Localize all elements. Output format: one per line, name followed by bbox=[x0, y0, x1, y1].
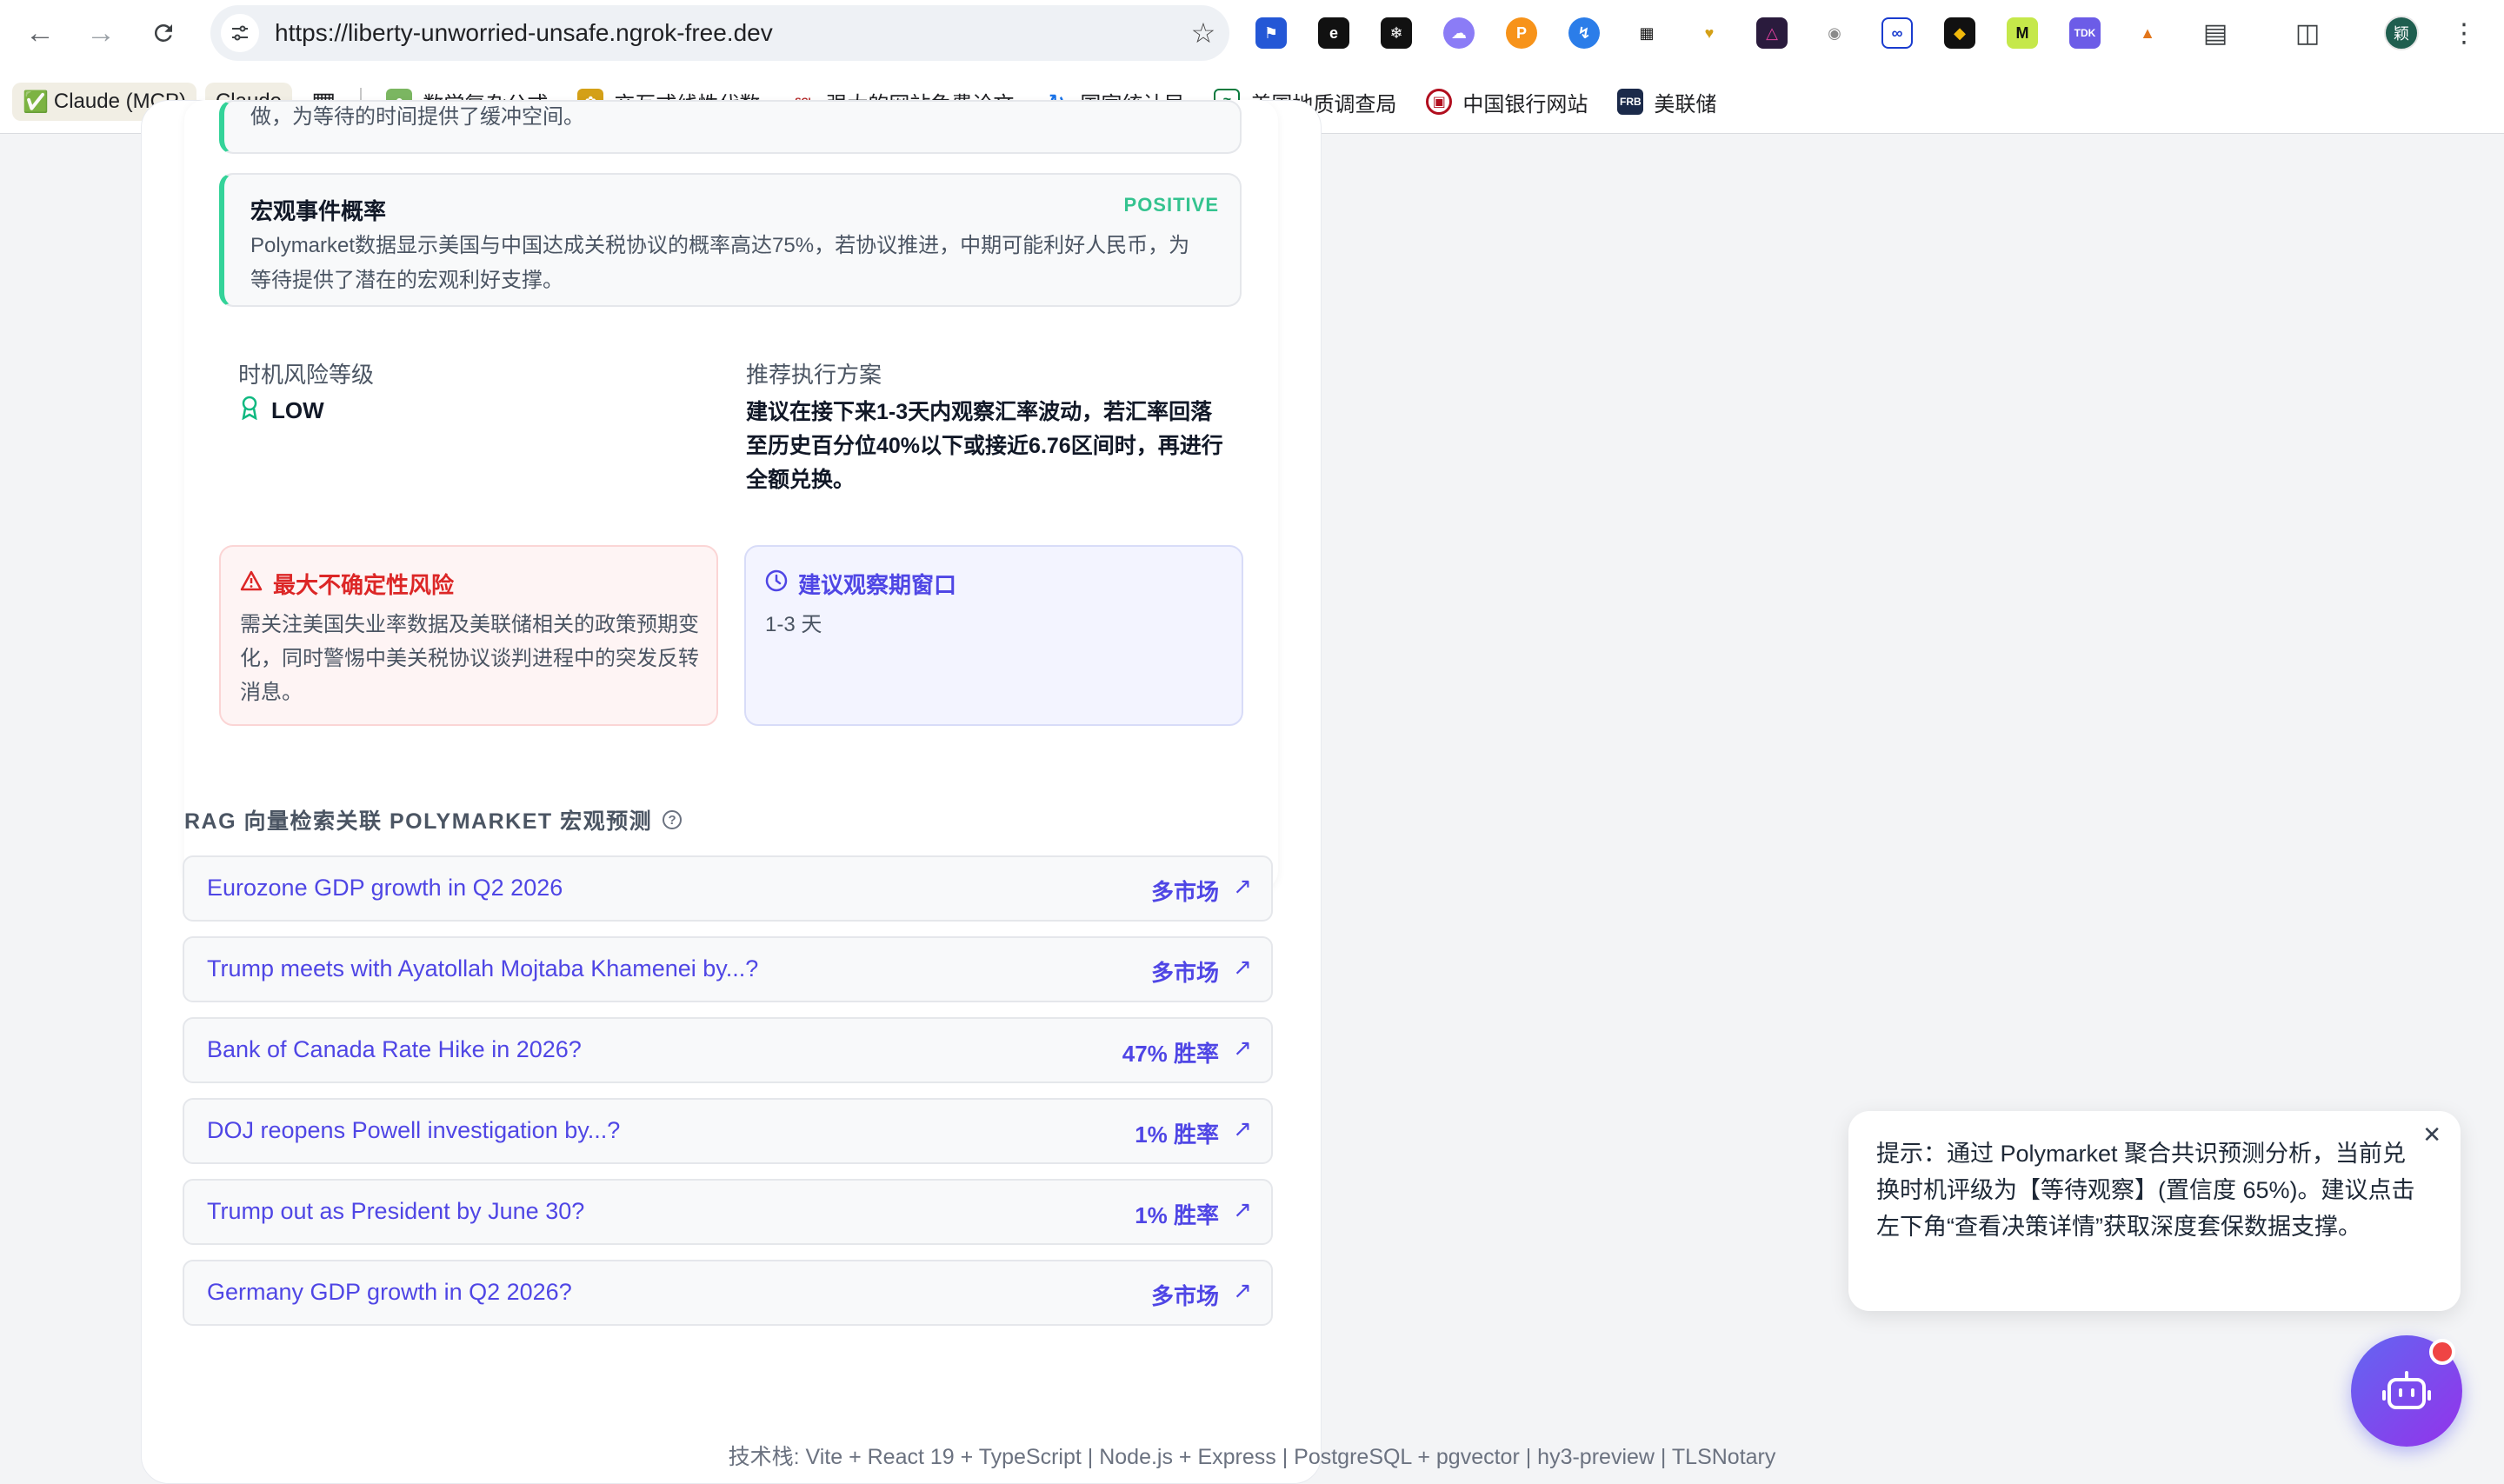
help-icon[interactable]: ? bbox=[663, 810, 683, 829]
market-meta: 1% 胜率 bbox=[1135, 1202, 1219, 1228]
market-question: Eurozone GDP growth in Q2 2026 bbox=[207, 875, 563, 901]
forward-button[interactable]: → bbox=[80, 12, 122, 54]
market-meta: 多市场 bbox=[1150, 879, 1219, 905]
observation-window-box: 建议观察期窗口 1-3 天 bbox=[744, 545, 1243, 726]
extension-snowflake-icon[interactable]: ❄ bbox=[1381, 17, 1412, 49]
market-question: Germany GDP growth in Q2 2026? bbox=[207, 1279, 572, 1305]
frb-icon: FRB bbox=[1617, 89, 1644, 115]
rag-market-item[interactable]: Trump out as President by June 30? 1% 胜率… bbox=[183, 1179, 1273, 1245]
external-link-icon: ↗ bbox=[1233, 954, 1252, 980]
bookmark-star-icon[interactable]: ☆ bbox=[1177, 17, 1229, 50]
extension-flag-icon[interactable]: ⚑ bbox=[1255, 17, 1287, 49]
more-menu-icon[interactable]: ⋮ bbox=[2447, 16, 2481, 50]
hint-toast-text: 提示：通过 Polymarket 聚合共识预测分析，当前兑换时机评级为【等待观察… bbox=[1876, 1141, 2415, 1240]
observation-window-title: 建议观察期窗口 bbox=[798, 572, 957, 598]
extension-bolt-icon[interactable]: ↯ bbox=[1568, 17, 1600, 49]
external-link-icon: ↗ bbox=[1233, 1277, 1252, 1303]
extension-e-icon[interactable]: e bbox=[1318, 17, 1349, 49]
badge-icon bbox=[240, 396, 259, 426]
observation-window-value: 1-3 天 bbox=[765, 613, 822, 636]
extension-binance-icon[interactable]: ◆ bbox=[1944, 17, 1975, 49]
site-settings-icon[interactable] bbox=[221, 14, 259, 52]
market-meta: 1% 胜率 bbox=[1135, 1121, 1219, 1148]
factor-sentiment-tag: POSITIVE bbox=[1123, 194, 1219, 216]
market-question: Trump meets with Ayatollah Mojtaba Khame… bbox=[207, 955, 759, 982]
warning-icon bbox=[240, 570, 263, 597]
uncertainty-risk-body: 需关注美国失业率数据及美联储相关的政策预期变化，同时警惕中美关税协议谈判进程中的… bbox=[240, 613, 699, 704]
clock-icon bbox=[765, 569, 788, 598]
url-text[interactable]: https://liberty-unworried-unsafe.ngrok-f… bbox=[275, 19, 1177, 47]
close-icon[interactable]: ✕ bbox=[2422, 1121, 2441, 1148]
tab-search-icon[interactable]: ◫ bbox=[2290, 16, 2325, 50]
reload-icon bbox=[154, 23, 172, 42]
risk-level-label: 时机风险等级 bbox=[238, 362, 375, 388]
risk-level-value: LOW bbox=[271, 397, 324, 423]
hint-toast: 提示：通过 Polymarket 聚合共识预测分析，当前兑换时机评级为【等待观察… bbox=[1848, 1111, 2461, 1311]
profile-avatar[interactable]: 颖 bbox=[2384, 16, 2419, 50]
market-meta: 多市场 bbox=[1150, 960, 1219, 986]
rag-market-list: Eurozone GDP growth in Q2 2026 多市场 ↗ Tru… bbox=[183, 855, 1273, 1441]
factor-card-partial: 做，为等待的时间提供了缓冲空间。 bbox=[219, 100, 1242, 154]
robot-icon bbox=[2382, 1371, 2431, 1409]
back-button[interactable]: ← bbox=[19, 12, 61, 54]
extension-tdk-icon[interactable]: TDK bbox=[2069, 17, 2101, 49]
rag-market-item[interactable]: Bank of Canada Rate Hike in 2026? 47% 胜率… bbox=[183, 1017, 1273, 1083]
market-meta: 多市场 bbox=[1150, 1283, 1219, 1309]
extension-graph-icon[interactable]: △ bbox=[1756, 17, 1788, 49]
factor-body: Polymarket数据显示美国与中国达成关税协议的概率高达75%，若协议推进，… bbox=[250, 234, 1190, 292]
market-meta: 47% 胜率 bbox=[1122, 1041, 1219, 1067]
rag-market-item[interactable]: Trump meets with Ayatollah Mojtaba Khame… bbox=[183, 936, 1273, 1002]
external-link-icon: ↗ bbox=[1233, 873, 1252, 899]
observation-window-header: 建议观察期窗口 bbox=[765, 568, 956, 600]
rag-market-item[interactable]: DOJ reopens Powell investigation by...? … bbox=[183, 1098, 1273, 1164]
extension-m-icon[interactable]: M bbox=[2007, 17, 2038, 49]
external-link-icon: ↗ bbox=[1233, 1196, 1252, 1222]
market-question: Bank of Canada Rate Hike in 2026? bbox=[207, 1036, 582, 1062]
extension-chart-icon[interactable]: ▦ bbox=[1631, 17, 1662, 49]
external-link-icon: ↗ bbox=[1233, 1115, 1252, 1141]
bookmark-bank-of-china[interactable]: ▣ 中国银行网站 bbox=[1415, 83, 1598, 121]
rag-title-text: RAG 向量检索关联 POLYMARKET 宏观预测 bbox=[184, 809, 653, 834]
market-question: DOJ reopens Powell investigation by...? bbox=[207, 1117, 621, 1143]
external-link-icon: ↗ bbox=[1233, 1035, 1252, 1061]
camera-icon[interactable]: ◉ bbox=[1819, 17, 1850, 49]
rag-section-title: RAG 向量检索关联 POLYMARKET 宏观预测 ? bbox=[184, 804, 683, 835]
uncertainty-risk-box: 最大不确定性风险 需关注美国失业率数据及美联储相关的政策预期变化，同时警惕中美关… bbox=[219, 545, 718, 726]
extension-bird-icon[interactable]: ♥ bbox=[1694, 17, 1725, 49]
uncertainty-risk-header: 最大不确定性风险 bbox=[240, 568, 454, 600]
rag-market-item[interactable]: Germany GDP growth in Q2 2026? 多市场 ↗ bbox=[183, 1260, 1273, 1326]
bookmark-label: 美联储 bbox=[1654, 92, 1717, 116]
bookmark-label: 中国银行网站 bbox=[1462, 92, 1588, 116]
address-bar[interactable]: https://liberty-unworried-unsafe.ngrok-f… bbox=[210, 5, 1229, 61]
metamask-icon[interactable]: ▲ bbox=[2132, 17, 2163, 49]
notification-dot bbox=[2429, 1339, 2455, 1365]
check-icon: ✅ bbox=[23, 90, 49, 114]
factor-body: 做，为等待的时间提供了缓冲空间。 bbox=[250, 105, 584, 129]
bookmark-federal-reserve[interactable]: FRB 美联储 bbox=[1607, 83, 1727, 121]
extension-cloud-icon[interactable]: ☁ bbox=[1443, 17, 1475, 49]
boc-icon: ▣ bbox=[1426, 89, 1453, 115]
risk-level: LOW bbox=[240, 396, 324, 426]
market-question: Trump out as President by June 30? bbox=[207, 1198, 585, 1224]
extension-p-icon[interactable]: P bbox=[1506, 17, 1537, 49]
extension-link-icon[interactable]: ∞ bbox=[1881, 17, 1913, 49]
rag-market-item[interactable]: Eurozone GDP growth in Q2 2026 多市场 ↗ bbox=[183, 855, 1273, 922]
plan-text: 建议在接下来1-3天内观察汇率波动，若汇率回落至历史百分位40%以下或接近6.7… bbox=[746, 400, 1223, 492]
factor-title: 宏观事件概率 bbox=[250, 198, 387, 224]
tech-stack-footer: 技术栈: Vite + React 19 + TypeScript | Node… bbox=[728, 1445, 1776, 1469]
plan-label: 推荐执行方案 bbox=[746, 362, 882, 388]
reload-button[interactable] bbox=[143, 12, 184, 54]
uncertainty-risk-title: 最大不确定性风险 bbox=[273, 572, 455, 598]
extensions-puzzle-icon[interactable]: ▤ bbox=[2198, 16, 2233, 50]
extensions-row: ⚑ e ❄ ☁ P ↯ ▦ ♥ △ ◉ ∞ ◆ M TDK ▲ bbox=[1255, 16, 2194, 50]
page-content: 做，为等待的时间提供了缓冲空间。 宏观事件概率 POSITIVE Polymar… bbox=[0, 100, 2504, 1484]
factor-card: 宏观事件概率 POSITIVE Polymarket数据显示美国与中国达成关税协… bbox=[219, 173, 1242, 307]
